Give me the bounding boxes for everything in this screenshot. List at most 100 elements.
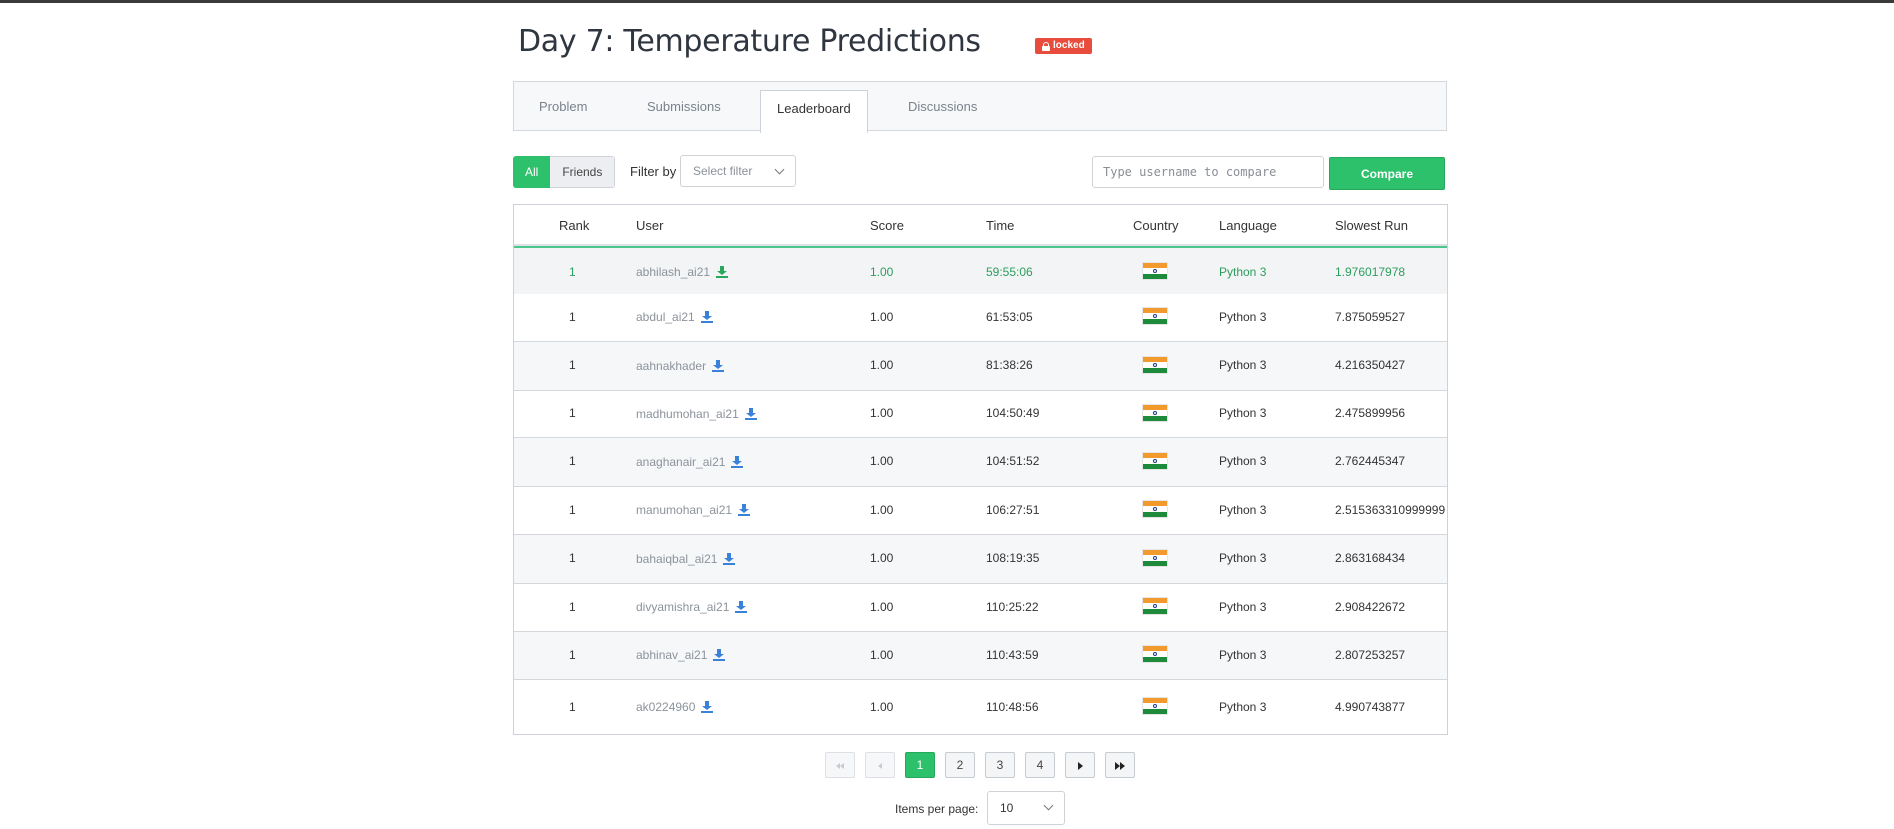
rank-cell: 1: [569, 310, 576, 324]
page-button-2[interactable]: 2: [945, 752, 975, 778]
rank-cell: 1: [569, 648, 576, 662]
all-button[interactable]: All: [513, 156, 551, 188]
compare-button[interactable]: Compare: [1329, 157, 1445, 190]
username-link[interactable]: abdul_ai21: [636, 310, 695, 324]
download-icon[interactable]: [713, 649, 726, 661]
filter-by-label: Filter by: [630, 164, 677, 179]
table-row: 1 anaghanair_ai21 1.00 104:51:52 Python 3 2.7…: [514, 438, 1447, 487]
download-icon[interactable]: [731, 455, 744, 468]
header-language[interactable]: Language: [1219, 218, 1277, 233]
rank-cell: 1: [569, 503, 576, 517]
header-time[interactable]: Time: [986, 218, 1014, 233]
slowest-run-cell: 2.475899956: [1335, 406, 1406, 420]
username-link[interactable]: bahaiqbal_ai21: [636, 552, 717, 566]
first-page-button[interactable]: [825, 752, 855, 778]
slowest-run-cell: 2.863168434: [1335, 551, 1406, 565]
rank-cell: 1: [569, 454, 576, 468]
download-icon[interactable]: [744, 407, 757, 420]
table-row: 1 madhumohan_ai21 1.00 104:50:49 Python 3 2.4…: [514, 391, 1447, 438]
score-cell: 1.00: [870, 503, 894, 517]
page-button-1[interactable]: 1: [905, 752, 935, 778]
table-row: 1 abhilash_ai21 1.00 59:55:06 Python 3 1.9760…: [514, 246, 1447, 296]
username-link[interactable]: madhumohan_ai21: [636, 407, 739, 421]
leaderboard-table: Rank User Score Time Country Language Sl…: [513, 204, 1448, 735]
time-cell: 81:38:26: [986, 358, 1033, 372]
slowest-run-cell: 4.216350427: [1335, 358, 1406, 372]
language-cell: Python 3: [1219, 265, 1267, 279]
table-row: 1 divyamishra_ai21 1.00 110:25:22 Python 3 2.…: [514, 584, 1447, 632]
next-page-button[interactable]: [1065, 752, 1095, 778]
table-row: 1 bahaiqbal_ai21 1.00 108:19:35 Python 3 2.86…: [514, 535, 1447, 584]
time-cell: 59:55:06: [986, 265, 1033, 279]
username-link[interactable]: aahnakhader: [636, 359, 706, 373]
download-icon[interactable]: [738, 504, 751, 516]
locked-badge: locked: [1035, 38, 1092, 54]
page-button-4[interactable]: 4: [1025, 752, 1055, 778]
table-row: 1 abdul_ai21 1.00 61:53:05 Python 3 7.8750595…: [514, 294, 1447, 342]
user-cell: bahaiqbal_ai21: [636, 535, 736, 582]
username-link[interactable]: manumohan_ai21: [636, 503, 732, 517]
username-link[interactable]: abhinav_ai21: [636, 648, 707, 662]
download-icon[interactable]: [716, 266, 729, 278]
download-icon[interactable]: [712, 359, 725, 372]
language-cell: Python 3: [1219, 503, 1267, 517]
slowest-run-cell: 1.976017978: [1335, 265, 1406, 279]
prev-page-button[interactable]: [865, 752, 895, 778]
tab-discussions[interactable]: Discussions: [908, 82, 977, 130]
language-cell: Python 3: [1219, 551, 1267, 565]
header-user[interactable]: User: [636, 218, 663, 233]
score-cell: 1.00: [870, 600, 894, 614]
time-cell: 108:19:35: [986, 551, 1040, 565]
slowest-run-cell: 7.875059527: [1335, 310, 1406, 324]
page-button-3[interactable]: 3: [985, 752, 1015, 778]
username-link[interactable]: abhilash_ai21: [636, 265, 710, 279]
header-country[interactable]: Country: [1133, 218, 1179, 233]
score-cell: 1.00: [870, 358, 894, 372]
time-cell: 110:48:56: [986, 700, 1039, 714]
user-cell: anaghanair_ai21: [636, 438, 744, 485]
india-flag-icon: [1143, 646, 1167, 662]
top-border: [0, 0, 1894, 3]
audience-toggle: All Friends: [513, 156, 616, 188]
slowest-run-cell: 2.762445347: [1335, 454, 1406, 468]
header-slowest-run[interactable]: Slowest Run: [1335, 218, 1408, 233]
header-rank[interactable]: Rank: [559, 218, 589, 233]
header-score[interactable]: Score: [870, 218, 904, 233]
tab-submissions[interactable]: Submissions: [647, 82, 721, 130]
tab-leaderboard[interactable]: Leaderboard: [760, 90, 868, 133]
india-flag-icon: [1143, 698, 1167, 714]
table-row: 1 abhinav_ai21 1.00 110:43:59 Python 3 2.8072…: [514, 632, 1447, 680]
rank-cell: 1: [569, 600, 576, 614]
rank-cell: 1: [569, 406, 576, 420]
score-cell: 1.00: [870, 265, 894, 279]
language-cell: Python 3: [1219, 700, 1267, 714]
chevron-down-icon: [1043, 800, 1054, 811]
filter-select[interactable]: Select filter: [680, 155, 796, 187]
user-cell: aahnakhader: [636, 342, 725, 389]
score-cell: 1.00: [870, 454, 894, 468]
tab-problem[interactable]: Problem: [539, 82, 587, 130]
last-page-button[interactable]: [1105, 752, 1135, 778]
compare-username-input[interactable]: [1092, 156, 1324, 188]
india-flag-icon: [1143, 263, 1167, 279]
username-link[interactable]: divyamishra_ai21: [636, 600, 729, 614]
download-icon[interactable]: [701, 701, 714, 713]
items-per-page-value: 10: [1000, 801, 1014, 815]
india-flag-icon: [1143, 598, 1167, 614]
table-row: 1 ak0224960 1.00 110:48:56 Python 3 4.9907438…: [514, 680, 1447, 734]
items-per-page-select[interactable]: 10: [987, 791, 1065, 825]
download-icon[interactable]: [700, 311, 713, 323]
download-icon[interactable]: [735, 601, 748, 613]
score-cell: 1.00: [870, 551, 894, 565]
lock-icon: [1042, 41, 1050, 51]
slowest-run-cell: 2.908422672: [1335, 600, 1406, 614]
rank-cell: 1: [569, 358, 576, 372]
language-cell: Python 3: [1219, 406, 1267, 420]
language-cell: Python 3: [1219, 358, 1267, 372]
download-icon[interactable]: [723, 552, 736, 565]
username-link[interactable]: ak0224960: [636, 700, 695, 714]
username-link[interactable]: anaghanair_ai21: [636, 455, 725, 469]
india-flag-icon: [1143, 453, 1167, 469]
friends-button[interactable]: Friends: [550, 156, 616, 188]
filter-select-value: Select filter: [693, 164, 753, 178]
